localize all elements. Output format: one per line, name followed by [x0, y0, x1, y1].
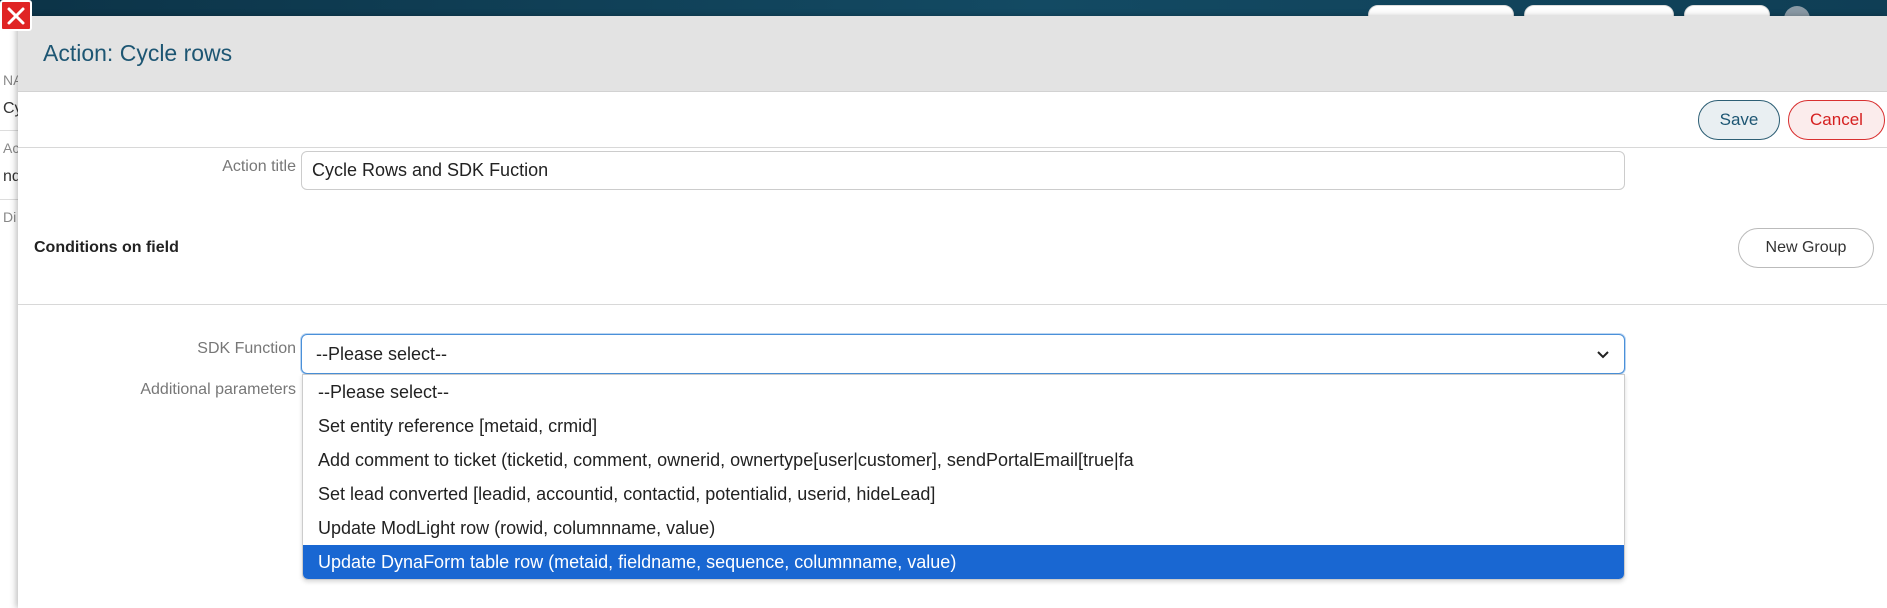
action-title-label: Action title	[222, 158, 296, 175]
modal-title: Action: Cycle rows	[43, 40, 233, 66]
sdk-function-selected-value: --Please select--	[316, 343, 448, 364]
bg-label-3: nd	[3, 168, 18, 185]
dropdown-option-add-comment-to-ticket[interactable]: Add comment to ticket (ticketid, comment…	[303, 443, 1624, 477]
bg-label-1: Cy	[3, 100, 18, 117]
dropdown-option-set-entity-reference[interactable]: Set entity reference [metaid, crmid]	[303, 409, 1624, 443]
close-icon	[7, 7, 25, 24]
chevron-down-icon	[1597, 351, 1609, 359]
dropdown-option-update-modlight-row[interactable]: Update ModLight row (rowid, columnname, …	[303, 511, 1624, 545]
bg-label-0: NA	[3, 72, 18, 88]
action-title-input[interactable]: Cycle Rows and SDK Fuction	[301, 151, 1625, 190]
background-left-panel: NA Cy Ac nd Di	[0, 16, 18, 608]
dropdown-option-please-select[interactable]: --Please select--	[303, 375, 1624, 409]
sdk-function-dropdown: --Please select-- Set entity reference […	[302, 374, 1625, 580]
bg-label-2: Ac	[3, 140, 18, 156]
new-group-button[interactable]: New Group	[1738, 228, 1874, 268]
dropdown-option-set-lead-converted[interactable]: Set lead converted [leadid, accountid, c…	[303, 477, 1624, 511]
sdk-function-select[interactable]: --Please select--	[301, 334, 1625, 374]
save-button[interactable]: Save	[1698, 100, 1780, 140]
conditions-section-title: Conditions on field	[34, 239, 179, 256]
dropdown-option-update-dynaform-row[interactable]: Update DynaForm table row (metaid, field…	[303, 545, 1624, 579]
modal-header: Action: Cycle rows	[18, 16, 1887, 92]
section-divider	[18, 304, 1887, 305]
sdk-function-label: SDK Function	[197, 340, 296, 357]
cancel-button[interactable]: Cancel	[1788, 100, 1885, 140]
close-modal-button[interactable]	[0, 0, 32, 31]
modal-toolbar: Save Cancel	[18, 92, 1887, 148]
additional-parameters-label: Additional parameters	[140, 381, 296, 398]
bg-label-4: Di	[3, 209, 17, 225]
